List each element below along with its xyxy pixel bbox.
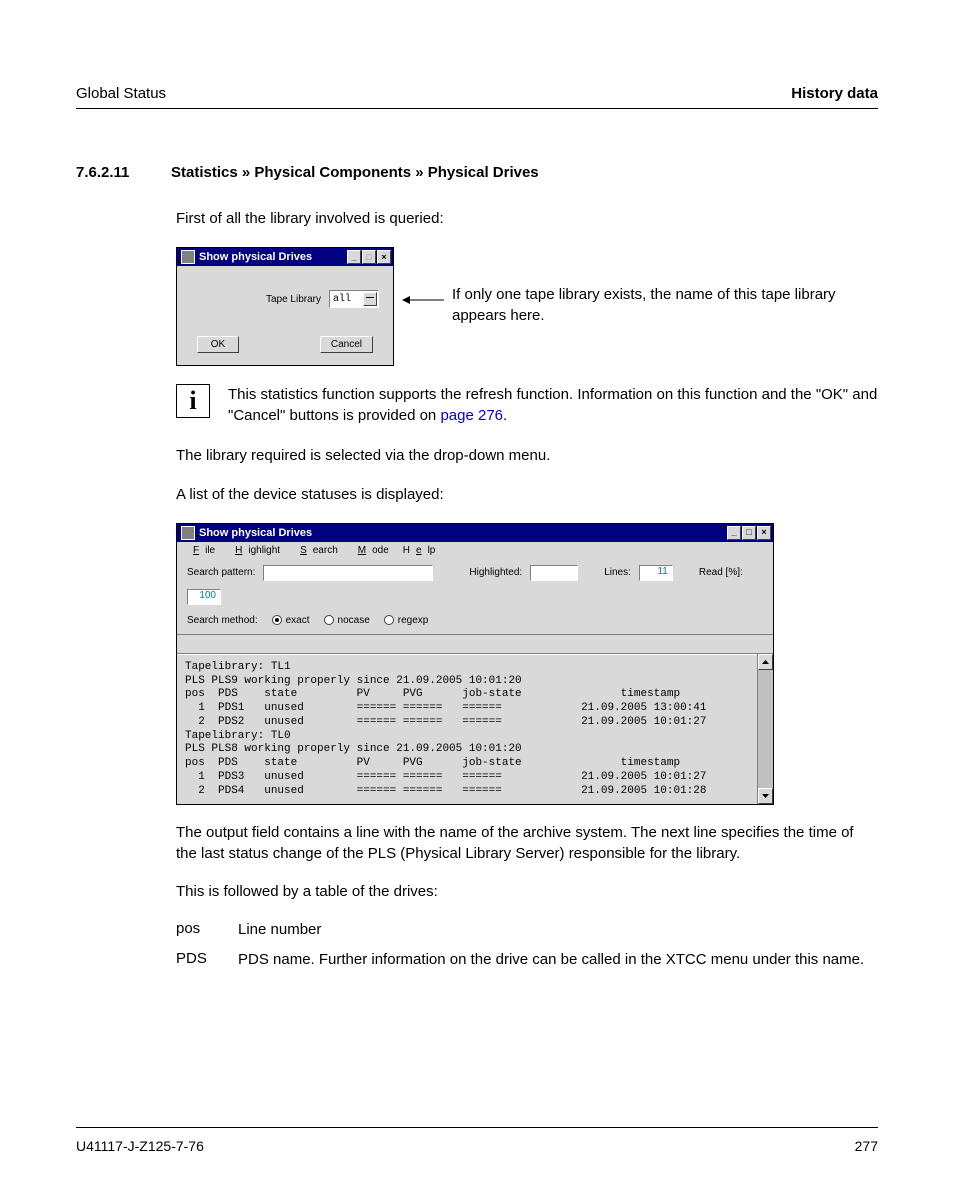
para-output-desc: The output field contains a line with th… bbox=[176, 823, 878, 864]
def-desc-pos: Line number bbox=[238, 920, 878, 940]
footer-docid: U41117-J-Z125-7-76 bbox=[76, 1138, 204, 1154]
menu-help[interactable]: Help bbox=[397, 544, 442, 557]
menu-highlight[interactable]: Highlight bbox=[223, 544, 286, 557]
def-term-pos: pos bbox=[176, 920, 220, 940]
page-link[interactable]: page 276 bbox=[440, 407, 503, 424]
highlighted-label: Highlighted: bbox=[469, 567, 522, 578]
app-icon bbox=[181, 250, 195, 264]
para-list-intro: A list of the device statuses is display… bbox=[176, 485, 878, 505]
section-number: 7.6.2.11 bbox=[76, 164, 151, 181]
page-number: 277 bbox=[855, 1138, 878, 1154]
minimize-button[interactable]: _ bbox=[727, 526, 741, 540]
results-dialog: Show physical Drives _ □ × File Highligh… bbox=[176, 523, 774, 806]
search-method-label: Search method: bbox=[187, 615, 258, 626]
info-note: This statistics function supports the re… bbox=[228, 384, 878, 426]
cancel-button[interactable]: Cancel bbox=[320, 336, 373, 353]
info-icon: i bbox=[176, 384, 210, 418]
select-library-dialog: Show physical Drives _ □ × Tape Library … bbox=[176, 247, 394, 366]
tape-library-dropdown[interactable]: all bbox=[329, 290, 379, 308]
menu-file[interactable]: File bbox=[181, 544, 221, 557]
minimize-button[interactable]: _ bbox=[347, 250, 361, 264]
section-title: Statistics » Physical Components » Physi… bbox=[171, 164, 539, 181]
menu-mode[interactable]: Mode bbox=[346, 544, 395, 557]
maximize-button: □ bbox=[362, 250, 376, 264]
search-pattern-label: Search pattern: bbox=[187, 567, 255, 578]
output-area[interactable]: Tapelibrary: TL1 PLS PLS9 working proper… bbox=[177, 654, 757, 805]
callout-arrow-icon bbox=[402, 247, 444, 305]
para-dropdown: The library required is selected via the… bbox=[176, 446, 878, 466]
header-left: Global Status bbox=[76, 85, 166, 102]
scroll-up-icon[interactable] bbox=[758, 654, 773, 670]
search-pattern-input[interactable] bbox=[263, 565, 433, 581]
close-button[interactable]: × bbox=[757, 526, 771, 540]
close-button[interactable]: × bbox=[377, 250, 391, 264]
scrollbar[interactable] bbox=[757, 654, 773, 805]
ok-button[interactable]: OK bbox=[197, 336, 239, 353]
app-icon bbox=[181, 526, 195, 540]
scroll-down-icon[interactable] bbox=[758, 788, 773, 804]
callout-text: If only one tape library exists, the nam… bbox=[452, 247, 878, 326]
read-value: 100 bbox=[187, 589, 221, 605]
def-term-pds: PDS bbox=[176, 950, 220, 970]
lines-value: 11 bbox=[639, 565, 673, 581]
para-table-intro: This is followed by a table of the drive… bbox=[176, 882, 878, 902]
dropdown-arrow-icon[interactable] bbox=[363, 292, 377, 306]
dropdown-value: all bbox=[333, 294, 351, 305]
read-label: Read [%]: bbox=[699, 567, 743, 578]
dialog2-titlebar[interactable]: Show physical Drives _ □ × bbox=[177, 524, 773, 542]
radio-regexp[interactable]: regexp bbox=[384, 615, 429, 626]
radio-exact[interactable]: exact bbox=[272, 615, 310, 626]
radio-nocase[interactable]: nocase bbox=[324, 615, 370, 626]
lines-label: Lines: bbox=[604, 567, 631, 578]
dialog1-titlebar[interactable]: Show physical Drives _ □ × bbox=[177, 248, 393, 266]
menubar: File Highlight Search Mode Help bbox=[177, 542, 773, 559]
menu-search[interactable]: Search bbox=[288, 544, 344, 557]
header-right: History data bbox=[791, 85, 878, 102]
dialog1-title: Show physical Drives bbox=[199, 251, 346, 263]
intro-paragraph: First of all the library involved is que… bbox=[176, 209, 878, 229]
def-desc-pds: PDS name. Further information on the dri… bbox=[238, 950, 878, 970]
statusbar bbox=[177, 634, 773, 654]
tape-library-label: Tape Library bbox=[266, 294, 321, 305]
dialog2-title: Show physical Drives bbox=[199, 527, 726, 539]
highlighted-input[interactable] bbox=[530, 565, 578, 581]
maximize-button[interactable]: □ bbox=[742, 526, 756, 540]
